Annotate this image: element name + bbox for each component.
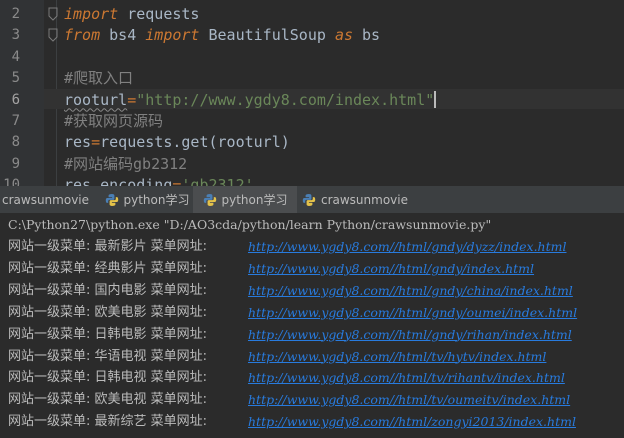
console-command-line: C:\Python27\python.exe "D:/AO3cda/python…: [8, 217, 492, 232]
code-token: bs: [353, 26, 381, 45]
code-token: =: [127, 90, 137, 109]
code-token: BeautifulSoup: [199, 26, 335, 45]
menu-url-link[interactable]: http://www.ygdy8.com//html/tv/oumeitv/in…: [248, 389, 570, 411]
code-editor[interactable]: 2 3 4 5 6 7 8 9 10 import requests from bs4 impor…: [0, 0, 624, 186]
code-line: from bs4 import BeautifulSoup as bs: [64, 25, 624, 45]
line-number: 6: [11, 91, 20, 108]
code-token: import: [64, 5, 119, 23]
code-token: "http://www.ygdy8.com/index.html": [136, 90, 435, 109]
console-output-line: 网站一级菜单: 国内电影 菜单网址: http://www.ygdy8.com//…: [8, 280, 573, 302]
run-tab-label: python学习: [123, 193, 190, 207]
console-output-line: 网站一级菜单: 日韩电影 菜单网址: http://www.ygdy8.com//…: [8, 324, 572, 346]
run-tab-label: crawsunmovie: [2, 192, 90, 207]
line-number-gutter: 2 3 4 5 6 7 8 9 10: [0, 0, 44, 186]
console-output-line: 网站一级菜单: 华语电视 菜单网址: http://www.ygdy8.com//…: [8, 346, 546, 368]
line-number: 2: [11, 6, 20, 22]
run-tab[interactable]: crawsunmovie: [2, 186, 102, 213]
run-tab[interactable]: python学习: [103, 186, 191, 213]
menu-url-link[interactable]: http://www.ygdy8.com//html/gndy/index.ht…: [248, 258, 534, 280]
menu-url-link[interactable]: http://www.ygdy8.com//html/zongyi2013/in…: [248, 411, 576, 433]
run-tab-bar: crawsunmovie python学习 python学习 crawsunmovie: [0, 186, 624, 214]
code-line: res.encoding='gb2312': [64, 175, 624, 186]
menu-url-link[interactable]: http://www.ygdy8.com//html/gndy/china/in…: [248, 280, 573, 302]
console-output-line: 网站一级菜单: 最新影片 菜单网址: http://www.ygdy8.com//…: [8, 236, 566, 258]
code-token: #获取网页源码: [64, 112, 164, 130]
menu-label: 网站一级菜单: 最新综艺 菜单网址:: [8, 414, 208, 430]
python-icon: [302, 193, 316, 207]
console-output-line: 网站一级菜单: 欧美电视 菜单网址: http://www.ygdy8.com//…: [8, 389, 570, 411]
menu-url-link[interactable]: http://www.ygdy8.com//html/gndy/dyzz/ind…: [248, 236, 566, 258]
run-tab[interactable]: python学习: [193, 186, 297, 213]
menu-label: 网站一级菜单: 华语电视 菜单网址:: [8, 348, 208, 364]
code-line: #网站编码gb2312: [64, 154, 624, 174]
code-line: import requests: [64, 4, 624, 24]
menu-label: 网站一级菜单: 欧美电影 菜单网址:: [8, 304, 208, 320]
code-token: #网站编码gb2312: [64, 154, 188, 173]
fold-marker-icon[interactable]: [48, 28, 58, 43]
menu-url-link[interactable]: http://www.ygdy8.com//html/gndy/rihan/in…: [248, 324, 572, 346]
menu-label: 网站一级菜单: 经典影片 菜单网址:: [8, 260, 208, 276]
console-output-line: 网站一级菜单: 日韩电视 菜单网址: http://www.ygdy8.com//…: [8, 367, 565, 389]
code-token: bs4: [100, 26, 146, 45]
code-token: 'gb2312': [181, 176, 254, 186]
line-number: 7: [11, 113, 20, 129]
code-token: =: [91, 133, 101, 152]
console-output-line: 网站一级菜单: 最新综艺 菜单网址: http://www.ygdy8.com//…: [8, 411, 576, 433]
run-tab[interactable]: crawsunmovie: [300, 186, 410, 213]
line-number: 10: [3, 177, 20, 186]
line-number: 4: [11, 48, 20, 65]
code-token: rooturl: [64, 90, 128, 109]
menu-url-link[interactable]: http://www.ygdy8.com//html/tv/rihantv/in…: [248, 367, 565, 389]
line-number: 3: [11, 27, 20, 44]
console-output-line: 网站一级菜单: 经典影片 菜单网址: http://www.ygdy8.com//…: [8, 258, 534, 280]
text-caret: [434, 90, 437, 108]
code-line: #获取网页源码: [64, 111, 624, 131]
code-token: res.encoding: [64, 176, 173, 186]
run-tab-label: crawsunmovie: [320, 192, 408, 207]
menu-label: 网站一级菜单: 国内电影 菜单网址:: [8, 282, 208, 298]
line-number: 9: [11, 155, 20, 172]
python-icon: [203, 193, 217, 207]
code-token: as: [334, 26, 353, 45]
code-line: res=requests.get(rooturl): [64, 132, 624, 152]
code-token: requests.get(rooturl): [100, 133, 290, 152]
menu-url-link[interactable]: http://www.ygdy8.com//html/gndy/oumei/in…: [248, 302, 577, 324]
code-token: res: [64, 133, 92, 152]
code-token: import: [145, 26, 200, 45]
menu-label: 网站一级菜单: 日韩电视 菜单网址:: [8, 370, 208, 386]
menu-label: 网站一级菜单: 欧美电视 菜单网址:: [8, 392, 208, 408]
console-output-line: 网站一级菜单: 欧美电影 菜单网址: http://www.ygdy8.com//…: [8, 302, 577, 324]
run-tab-label: python学习: [221, 193, 288, 207]
fold-marker-icon[interactable]: [48, 7, 58, 21]
menu-label: 网站一级菜单: 最新影片 菜单网址:: [8, 239, 208, 254]
code-token: #爬取入口: [64, 69, 134, 88]
code-line: #爬取入口: [64, 68, 624, 88]
menu-url-link[interactable]: http://www.ygdy8.com//html/tv/hytv/index…: [248, 346, 546, 368]
code-line: rooturl="http://www.ygdy8.com/index.html…: [64, 90, 624, 110]
code-token: from: [64, 26, 101, 45]
line-number: 8: [11, 134, 20, 151]
menu-label: 网站一级菜单: 日韩电影 菜单网址:: [8, 326, 208, 342]
line-number: 5: [11, 70, 20, 87]
python-icon: [105, 193, 119, 207]
code-token: requests: [118, 5, 200, 23]
run-console[interactable]: C:\Python27\python.exe "D:/AO3cda/python…: [0, 214, 624, 438]
